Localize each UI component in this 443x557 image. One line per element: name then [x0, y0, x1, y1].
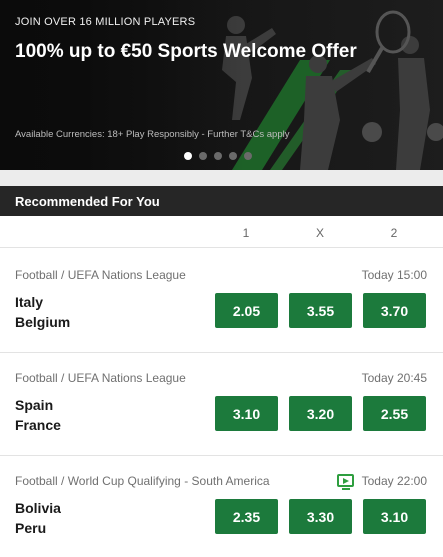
home-team[interactable]: Italy — [15, 294, 43, 310]
carousel-dot[interactable] — [214, 152, 222, 160]
carousel-dot[interactable] — [244, 152, 252, 160]
hero-terms[interactable]: Available Currencies: 18+ Play Responsib… — [15, 129, 289, 140]
hero-title[interactable]: 100% up to €50 Sports Welcome Offer — [15, 41, 357, 63]
event-time: Today 15:00 — [361, 268, 427, 282]
away-team[interactable]: France — [15, 417, 61, 433]
event-row[interactable]: Football / UEFA Nations League Today 20:… — [0, 352, 443, 456]
odds-button-home[interactable]: 2.05 — [215, 293, 278, 328]
event-competition[interactable]: Football / World Cup Qualifying - South … — [15, 474, 270, 488]
home-team[interactable]: Spain — [15, 397, 53, 413]
event-row[interactable]: Football / UEFA Nations League Today 15:… — [0, 249, 443, 353]
promo-banner[interactable]: JOIN OVER 16 MILLION PLAYERS 100% up to … — [0, 0, 443, 170]
section-spacer — [0, 170, 443, 186]
odds-button-away[interactable]: 3.10 — [363, 499, 426, 534]
away-team[interactable]: Belgium — [15, 314, 70, 330]
odds-button-home[interactable]: 2.35 — [215, 499, 278, 534]
section-title: Recommended For You — [0, 186, 443, 216]
odds-column-header: 1 X 2 — [0, 216, 443, 248]
event-time: Today 20:45 — [361, 371, 427, 385]
event-competition[interactable]: Football / UEFA Nations League — [15, 268, 186, 282]
carousel-dots — [184, 152, 252, 160]
odds-button-away[interactable]: 3.70 — [363, 293, 426, 328]
column-label-2: 2 — [390, 226, 398, 240]
event-row[interactable]: Football / World Cup Qualifying - South … — [0, 455, 443, 557]
event-time: Today 22:00 — [361, 474, 427, 488]
carousel-dot[interactable] — [199, 152, 207, 160]
odds-button-draw[interactable]: 3.55 — [289, 293, 352, 328]
odds-button-draw[interactable]: 3.30 — [289, 499, 352, 534]
tv-play-icon[interactable] — [337, 474, 354, 490]
hero-kicker: JOIN OVER 16 MILLION PLAYERS — [15, 16, 196, 28]
odds-button-draw[interactable]: 3.20 — [289, 396, 352, 431]
event-competition[interactable]: Football / UEFA Nations League — [15, 371, 186, 385]
odds-button-home[interactable]: 3.10 — [215, 396, 278, 431]
away-team[interactable]: Peru — [15, 520, 46, 536]
carousel-dot[interactable] — [229, 152, 237, 160]
column-label-x: X — [315, 226, 324, 240]
odds-button-away[interactable]: 2.55 — [363, 396, 426, 431]
home-team[interactable]: Bolivia — [15, 500, 61, 516]
column-label-1: 1 — [242, 226, 250, 240]
carousel-dot[interactable] — [184, 152, 192, 160]
